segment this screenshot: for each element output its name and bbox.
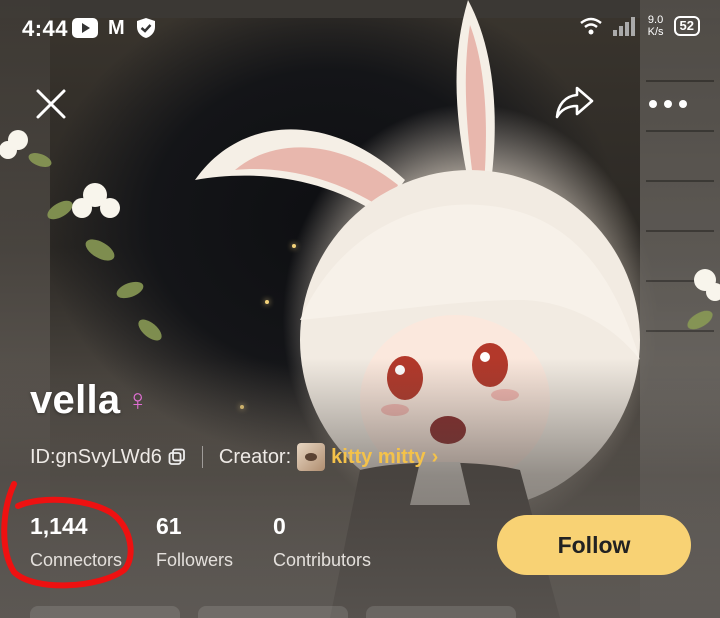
profile-id-text: ID:gnSvyLWd6 xyxy=(30,445,162,468)
stat-followers-label: Followers xyxy=(156,550,234,570)
status-bar: 4:44 M 9.0 K/s 52 xyxy=(0,0,720,60)
battery-indicator: 52 xyxy=(673,16,700,36)
content-cards-edge xyxy=(0,606,720,618)
stat-connectors[interactable]: 1,144 Connectors xyxy=(30,513,122,571)
stat-connectors-value: 1,144 xyxy=(30,513,88,539)
stat-contributors-label: Contributors xyxy=(273,550,372,570)
profile-name: vella xyxy=(30,378,121,422)
share-icon xyxy=(555,86,594,119)
network-speed-value: 9.0 xyxy=(647,14,664,26)
stat-contributors-value: 0 xyxy=(273,513,286,539)
creator-link[interactable]: Creator: kitty mitty › xyxy=(219,443,438,471)
more-options-button[interactable] xyxy=(646,82,690,126)
close-button[interactable] xyxy=(29,82,73,126)
profile-name-row: vella ♀ xyxy=(30,378,149,423)
chevron-right-icon: › xyxy=(431,445,439,468)
close-icon xyxy=(36,89,66,119)
network-speed: 9.0 K/s xyxy=(648,14,664,38)
stat-followers-value: 61 xyxy=(156,513,182,539)
status-time: 4:44 xyxy=(22,16,69,41)
follow-button[interactable]: Follow xyxy=(497,515,691,575)
card-edge xyxy=(366,606,516,618)
network-speed-unit: K/s xyxy=(647,26,664,38)
shield-icon xyxy=(136,18,155,38)
creator-avatar xyxy=(297,443,326,471)
stat-followers[interactable]: 61 Followers xyxy=(156,513,233,571)
copy-icon[interactable] xyxy=(168,448,186,466)
more-icon xyxy=(649,100,687,108)
creator-name: kitty mitty xyxy=(331,445,426,468)
card-edge xyxy=(30,606,180,618)
youtube-icon xyxy=(72,18,98,38)
female-icon: ♀ xyxy=(126,383,149,417)
creator-label: Creator: xyxy=(218,445,292,468)
share-button[interactable] xyxy=(553,80,597,124)
stat-contributors[interactable]: 0 Contributors xyxy=(273,513,371,571)
wifi-icon xyxy=(579,17,602,35)
stat-connectors-label: Connectors xyxy=(30,550,123,570)
gmail-icon: M xyxy=(108,17,125,39)
card-edge xyxy=(198,606,348,618)
profile-id[interactable]: ID:gnSvyLWd6 xyxy=(30,446,186,469)
profile-meta-row: ID:gnSvyLWd6 Creator: kitty mitty › xyxy=(30,443,438,471)
divider xyxy=(201,446,203,468)
signal-icon xyxy=(612,17,635,36)
